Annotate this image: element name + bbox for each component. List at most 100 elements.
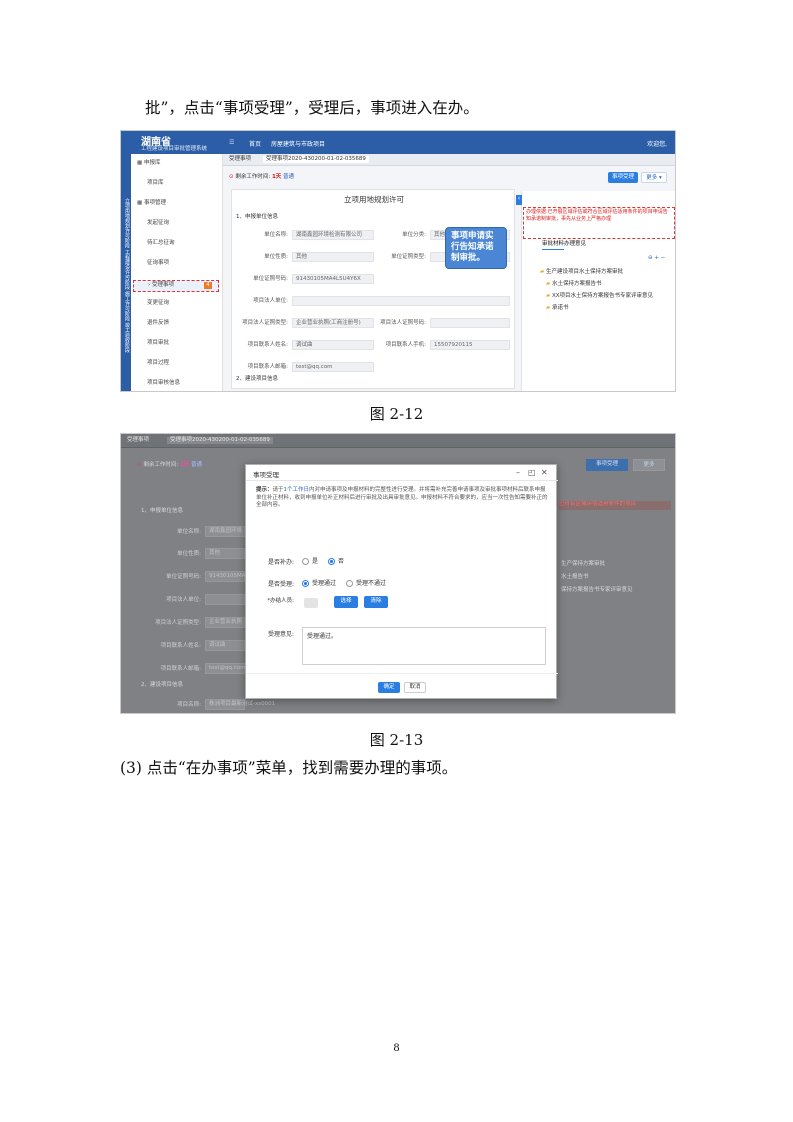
clear-handler-button[interactable]: 清除 <box>364 596 388 608</box>
maximize-icon[interactable]: ◰ <box>528 468 536 477</box>
sidebar-item-return-feedback[interactable]: 退件反馈 <box>147 320 169 327</box>
field-legal-unit[interactable] <box>292 296 510 306</box>
field-contact-name: 调试曲 <box>205 640 245 651</box>
field-label: 单位证照号码: <box>166 574 201 580</box>
field-unit-name: 湖南鑫园环境 <box>205 526 245 537</box>
tree-item: 水土报告书 <box>561 574 589 580</box>
field-label: 项目法人证照类型: <box>242 320 288 326</box>
sidebar-item-project-process[interactable]: 项目过程 <box>147 360 169 367</box>
field-legal-license-type[interactable]: 企业营业执照(工商注册号) <box>292 318 374 328</box>
sidebar-item-project-library[interactable]: 项目库 <box>147 180 164 187</box>
tree-item[interactable]: ▰ XX项目水土保持方案报告书专家评审意见 <box>546 293 653 300</box>
more-button[interactable]: 更多 ▾ <box>641 172 667 183</box>
field-label: 项目法人证照类型: <box>155 620 201 626</box>
tree-item[interactable]: ▰ 承诺书 <box>546 305 569 312</box>
field-contact-email[interactable]: test@qq.com <box>292 362 374 372</box>
remaining-time: ⊙ 剩余工作时间: 1天 普通 <box>137 462 203 468</box>
field-unit-nature[interactable]: 其他 <box>292 252 374 262</box>
tab-accept-matters[interactable]: 受理事项 <box>127 437 149 444</box>
page-number: 8 <box>393 1040 400 1054</box>
handler-label: *办结人员: <box>267 598 294 604</box>
field-label: 项目联系人姓名: <box>160 643 201 649</box>
field-legal-license-type: 企业营业执照 <box>205 617 245 628</box>
paragraph-intro: 批”，点击“事项受理”，受理后，事项进入在办。 <box>145 99 479 117</box>
accept-matter-button[interactable]: 事项受理 <box>608 172 638 183</box>
field-label: 单位性质: <box>264 254 288 260</box>
section-applicant-info: 1、申报单位信息 <box>141 508 183 514</box>
tab-handling-opinion[interactable]: 办理意见 <box>564 241 586 248</box>
field-label: 项目名称: <box>177 702 201 708</box>
section-project-info: 2、建设项目信息 <box>236 376 278 382</box>
count-badge: 4 <box>204 282 212 289</box>
more-button[interactable]: 更多 <box>633 459 665 471</box>
confirm-button[interactable]: 确定 <box>378 682 400 693</box>
tab-accept-matters[interactable]: 受理事项 <box>229 156 251 163</box>
stage-vertical-nav[interactable]: 立项用地规划许可阶段 工程建设许可阶段 施工许可阶段 竣工验收阶段 <box>121 154 131 391</box>
opinion-textarea[interactable]: 受理通过。 <box>302 627 546 665</box>
select-handler-button[interactable]: 选择 <box>334 596 358 608</box>
tree-item: 生产保持方案审批 <box>561 561 606 567</box>
figure-caption-2-13: 图 2-13 <box>369 731 424 749</box>
radio-accept-pass[interactable]: 受理通过 <box>302 578 336 587</box>
menu-icon[interactable]: ☰ <box>229 139 234 146</box>
screenshot-figure-2-12: 湖南省 工程建设项目审批管理系统 ☰ 首页 房屋建筑与市政项目 欢迎您, 立项用… <box>120 130 676 392</box>
field-contact-name[interactable]: 调试曲 <box>292 340 374 350</box>
sidebar-item-matter-management[interactable]: ▦ 事项管理 <box>137 200 166 207</box>
tree-item: 保持方案报告书专家评审意见 <box>561 587 633 593</box>
dialog-header: 事项受理 – ◰ ✕ <box>246 465 558 481</box>
sidebar-item-project-review[interactable]: 项目审核信息 <box>147 380 180 387</box>
field-unit-license-no[interactable]: 91430105MA4L5U4Y6X <box>292 274 374 284</box>
tab-bar: 受理事项 受理事项2020-430200-01-02-035689 <box>121 434 675 448</box>
app-logo-subtitle: 工程建设项目审批管理系统 <box>141 146 208 152</box>
minimize-icon[interactable]: – <box>516 468 520 477</box>
form-title: 立项用地规划许可 <box>344 195 404 204</box>
field-project-name: 株洲项目最新测试-xs0001 <box>205 699 275 710</box>
accept-matter-dialog: 事项受理 – ◰ ✕ 提示：请于1个工作日内对申请事项及申报材料的完整性进行受理… <box>245 464 558 699</box>
grid-icon: ▦ <box>137 200 144 206</box>
field-label: 单位性质: <box>177 551 201 557</box>
nav-home[interactable]: 首页 <box>249 139 261 148</box>
tab-bar: 受理事项 受理事项2020-430200-01-02-035689 <box>223 154 675 166</box>
sidebar-item-project-approval[interactable]: 项目审批 <box>147 340 169 347</box>
radio-checked-icon <box>328 558 335 565</box>
close-icon[interactable]: ✕ <box>541 468 548 477</box>
tree-controls[interactable]: ⊖ + − <box>648 255 665 262</box>
nav-housing-projects[interactable]: 房屋建筑与市政项目 <box>271 139 325 148</box>
sidebar-item-accept-matters[interactable]: › 受理事项 4 <box>133 280 219 292</box>
opinion-label: 受理意见: <box>267 631 294 638</box>
active-tab-underline <box>542 249 564 250</box>
sidebar-item-pending-consult[interactable]: 待汇总征询 <box>147 240 175 247</box>
field-contact-phone[interactable]: 15507920115 <box>430 340 510 350</box>
field-label: 单位证照号码: <box>253 276 288 282</box>
field-label: 单位分类: <box>402 232 426 238</box>
section-applicant-info: 1、申报单位信息 <box>236 214 278 220</box>
radio-icon <box>302 558 309 565</box>
cancel-button[interactable]: 取消 <box>404 682 426 693</box>
callout-bubble: 事项申请实行告知承诺制审批。 <box>445 227 507 269</box>
field-unit-name[interactable]: 湖南鑫园环境检测有限公司 <box>292 230 374 240</box>
user-greeting[interactable]: 欢迎您, <box>647 139 667 148</box>
tab-matter-detail[interactable]: 受理事项2020-430200-01-02-035689 <box>263 156 369 163</box>
tab-approval-materials[interactable]: 审批材料 <box>542 241 564 248</box>
sidebar-item-consult-matters[interactable]: 征询事项 <box>147 260 169 267</box>
tab-matter-detail[interactable]: 受理事项2020-430200-01-02-035689 <box>167 437 273 444</box>
field-label: 项目联系人手机: <box>385 342 426 348</box>
sidebar-item-change-consult[interactable]: 变更征询 <box>147 300 169 307</box>
field-legal-license-no[interactable] <box>430 318 510 328</box>
field-label: 项目联系人邮箱: <box>247 364 288 370</box>
radio-checked-icon <box>302 580 309 587</box>
accept-matter-button[interactable]: 事项受理 <box>586 459 628 471</box>
field-label: 项目法人单位: <box>253 298 288 304</box>
remaining-time: ⊙ 剩余工作时间: 1天 普通 <box>229 174 295 180</box>
radio-supplement-no[interactable]: 否 <box>328 556 344 565</box>
tree-item[interactable]: ▰ 生产建设项目水土保持方案审批 <box>540 269 623 276</box>
tree-item[interactable]: ▰ 水土保持方案报告书 <box>546 281 602 288</box>
field-label: 项目法人单位: <box>166 597 201 603</box>
screenshot-figure-2-13: 受理事项 受理事项2020-430200-01-02-035689 ⊙ 剩余工作… <box>120 433 676 714</box>
sidebar-item-apply-library[interactable]: ▦ 申报库 <box>137 160 160 167</box>
radio-supplement-yes[interactable]: 是 <box>302 556 318 565</box>
radio-accept-reject[interactable]: 受理不通过 <box>346 578 386 587</box>
sidebar-item-start-consult[interactable]: 发起征询 <box>147 220 169 227</box>
dialog-tip: 提示：请于1个工作日内对申请事项及申报材料的完整性进行受理。并将需补充完善申请事… <box>256 487 548 508</box>
chevron-left-icon[interactable]: ‹ <box>516 195 522 205</box>
